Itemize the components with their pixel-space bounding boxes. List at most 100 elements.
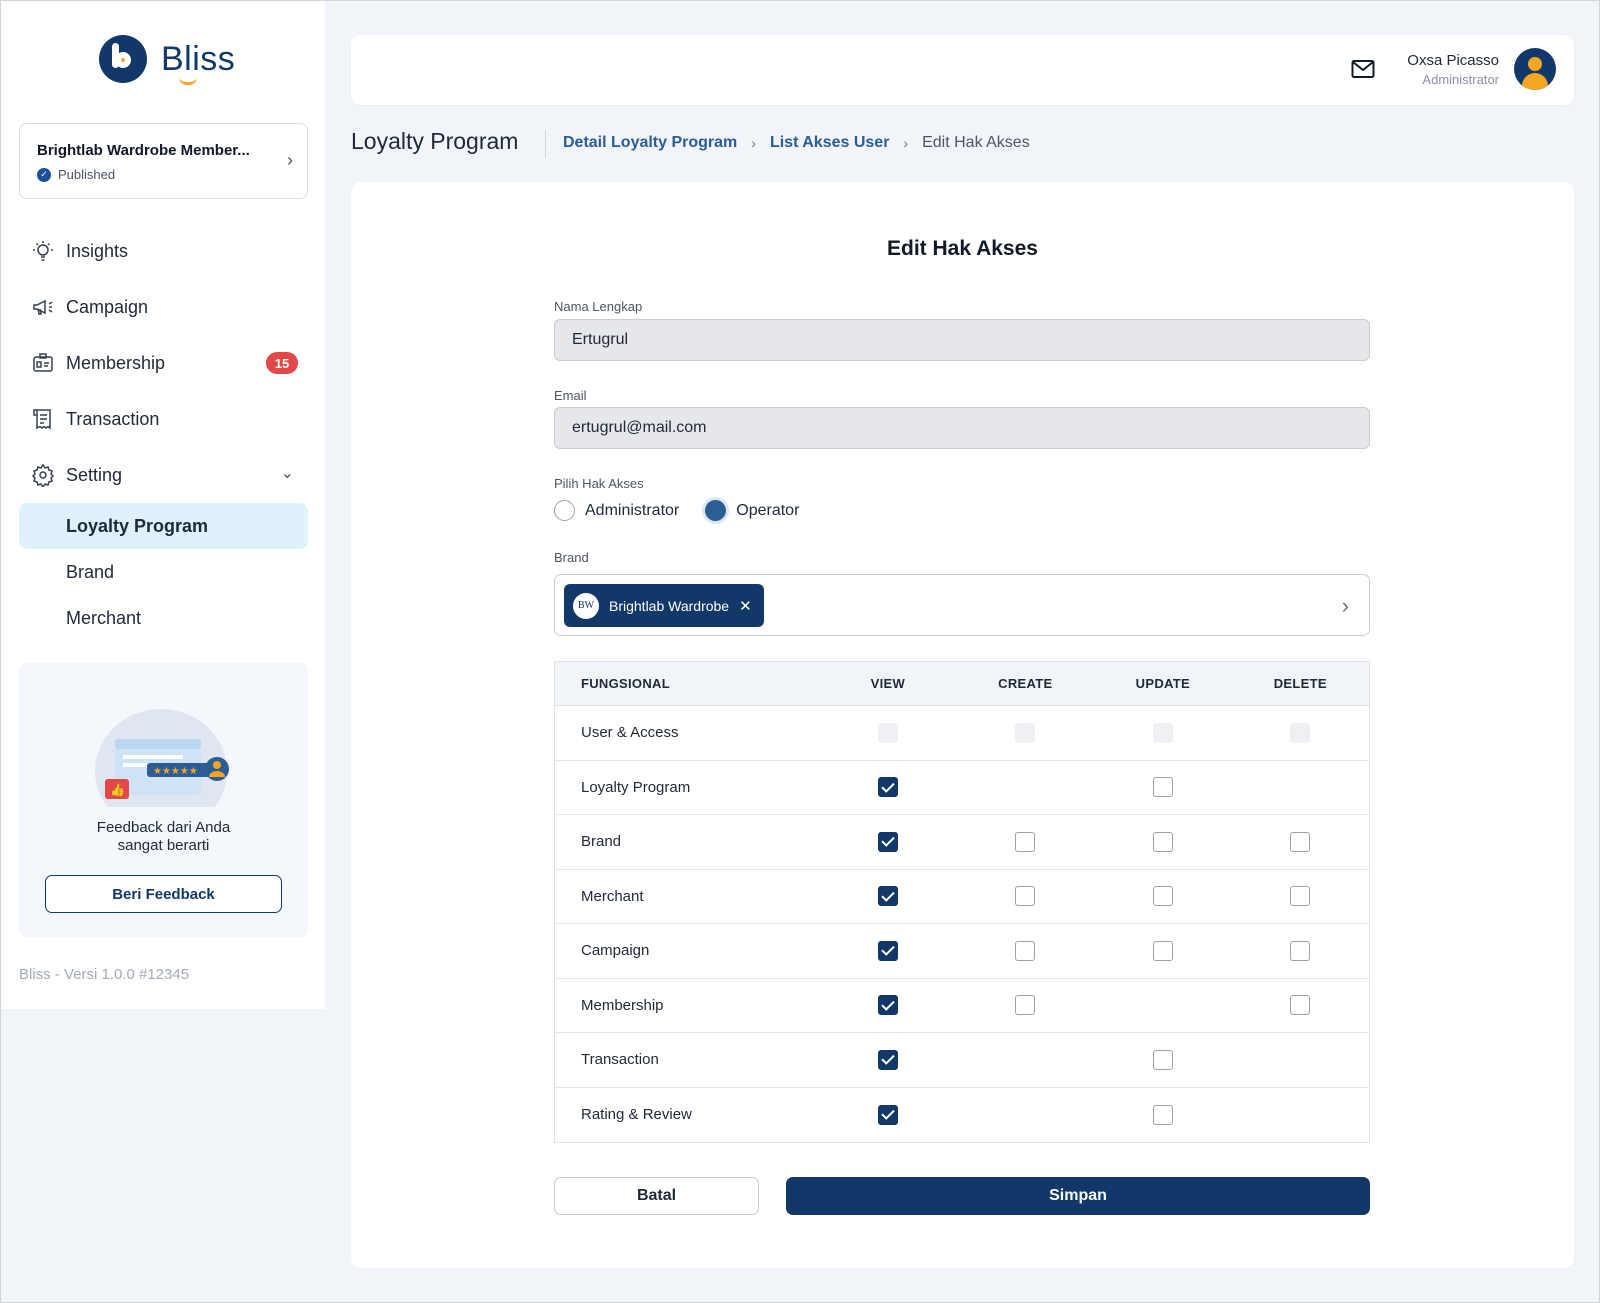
sidebar-item-label: Membership (66, 352, 166, 373)
give-feedback-button[interactable]: Beri Feedback (45, 875, 282, 913)
close-icon[interactable]: ✕ (739, 597, 752, 615)
sidebar: Bliss Brightlab Wardrobe Member... ✓ Pub… (1, 1, 325, 1009)
bliss-logo-text: Bliss (161, 40, 235, 85)
feedback-text: Feedback dari Anda sangat berarti (19, 819, 308, 855)
checkbox-update[interactable] (1152, 1104, 1173, 1125)
sidebar-subitem-label: Loyalty Program (66, 515, 209, 536)
feedback-illustration-icon: ★★★★★ 👍 (95, 709, 229, 807)
sidebar-subitem-brand[interactable]: Brand (19, 549, 308, 595)
checkbox-view[interactable] (877, 995, 898, 1016)
sidebar-item-label: Setting (66, 464, 123, 485)
cell-view (819, 831, 956, 852)
checkbox-update[interactable] (1152, 777, 1173, 798)
checkbox-update[interactable] (1152, 1049, 1173, 1070)
row-function-name: Membership (581, 996, 664, 1014)
checkbox-update[interactable] (1152, 886, 1173, 907)
checkbox-create[interactable] (1015, 995, 1036, 1016)
checkbox-view[interactable] (877, 1049, 898, 1070)
cell-view (819, 940, 956, 961)
brand-select[interactable]: BW Brightlab Wardrobe ✕ › (554, 574, 1370, 636)
chevron-right-icon: › (903, 135, 909, 151)
email-label: Email (554, 388, 587, 403)
sidebar-item-insights[interactable]: Insights (19, 223, 308, 279)
header-fungsional: FUNGSIONAL (581, 676, 670, 691)
cell-view (819, 1049, 956, 1070)
breadcrumb-list-akses-user[interactable]: List Akses User (770, 134, 889, 152)
checkbox-create[interactable] (1015, 831, 1036, 852)
header-view: VIEW (870, 676, 906, 691)
app-version: Bliss - Versi 1.0.0 #12345 (19, 966, 190, 983)
avatar-head-icon (1528, 57, 1542, 71)
svg-text:★★★★★: ★★★★★ (153, 766, 198, 777)
page-title: Loyalty Program (351, 128, 519, 154)
checkbox-delete[interactable] (1290, 831, 1311, 852)
full-name-field[interactable] (554, 319, 1370, 361)
header-update: UPDATE (1135, 676, 1190, 691)
table-row: Membership (555, 979, 1369, 1033)
cell-update (1094, 940, 1231, 961)
cell-delete (1232, 722, 1369, 743)
checkbox-view[interactable] (877, 886, 898, 907)
checkbox-view[interactable] (877, 777, 898, 798)
table-row: Loyalty Program (555, 761, 1369, 815)
cell-create (957, 995, 1094, 1016)
checkbox-view[interactable] (877, 1104, 898, 1125)
brand-chip: BW Brightlab Wardrobe ✕ (564, 584, 764, 627)
cell-delete (1232, 886, 1369, 907)
chevron-down-icon[interactable]: ⌄ (281, 463, 294, 483)
cell-update (1094, 1049, 1231, 1070)
logo-smile-icon (179, 77, 197, 85)
chevron-right-icon: › (751, 135, 756, 151)
save-button[interactable]: Simpan (786, 1177, 1370, 1215)
access-role-radio-group: Administrator Operator (554, 500, 825, 521)
sidebar-nav: Insights Campaign Membership 15 Transact… (19, 223, 308, 641)
table-row: Rating & Review (555, 1088, 1369, 1143)
sidebar-item-label: Transaction (66, 408, 160, 429)
sidebar-subitem-merchant[interactable]: Merchant (19, 595, 308, 641)
member-card-icon (30, 350, 56, 376)
cell-create (957, 886, 1094, 907)
radio-operator[interactable]: Operator (705, 500, 799, 521)
permission-table-body: User & Access Loyalty Program Brand Merchan… (555, 706, 1369, 1142)
checkbox-create (1015, 722, 1036, 743)
cell-update (1094, 777, 1231, 798)
checkbox-create[interactable] (1015, 886, 1036, 907)
membership-count-badge: 15 (266, 352, 298, 374)
checkbox-view[interactable] (877, 940, 898, 961)
radio-administrator[interactable]: Administrator (554, 500, 679, 521)
cell-update (1094, 722, 1231, 743)
checkbox-delete[interactable] (1290, 940, 1311, 961)
permission-table: FUNGSIONAL VIEW CREATE UPDATE DELETE Use… (554, 661, 1370, 1143)
breadcrumb-detail-loyalty-program[interactable]: Detail Loyalty Program (563, 134, 737, 152)
mail-icon[interactable] (1351, 59, 1375, 79)
row-function-name: Merchant (581, 887, 644, 905)
row-function-name: Transaction (581, 1051, 659, 1069)
email-field[interactable] (554, 407, 1370, 449)
checkbox-update (1152, 722, 1173, 743)
checkbox-update[interactable] (1152, 831, 1173, 852)
program-switcher[interactable]: Brightlab Wardrobe Member... ✓ Published… (19, 123, 308, 199)
sidebar-subitem-loyalty-program[interactable]: Loyalty Program (19, 503, 308, 549)
checkbox-delete[interactable] (1290, 995, 1311, 1016)
cell-create (957, 940, 1094, 961)
svg-text:👍: 👍 (110, 783, 125, 797)
table-row: User & Access (555, 706, 1369, 761)
program-name: Brightlab Wardrobe Member... (37, 142, 250, 159)
bliss-logo-mark-icon (99, 35, 147, 83)
sidebar-item-campaign[interactable]: Campaign (19, 279, 308, 335)
checkbox-view (877, 722, 898, 743)
sidebar-item-transaction[interactable]: Transaction (19, 391, 308, 447)
cell-delete (1232, 940, 1369, 961)
radio-circle-checked (705, 500, 727, 521)
checkbox-update[interactable] (1152, 940, 1173, 961)
checkbox-delete[interactable] (1290, 886, 1311, 907)
checkbox-view[interactable] (877, 831, 898, 852)
avatar[interactable] (1514, 48, 1556, 90)
cancel-button[interactable]: Batal (554, 1177, 759, 1215)
sidebar-item-membership[interactable]: Membership 15 (19, 335, 308, 391)
sidebar-item-setting[interactable]: Setting ⌄ (19, 447, 308, 503)
cell-view (819, 777, 956, 798)
checkbox-create[interactable] (1015, 940, 1036, 961)
feedback-card: ★★★★★ 👍 Feedback dari Anda sangat berart… (19, 663, 308, 937)
bliss-logo[interactable]: Bliss (99, 35, 235, 85)
